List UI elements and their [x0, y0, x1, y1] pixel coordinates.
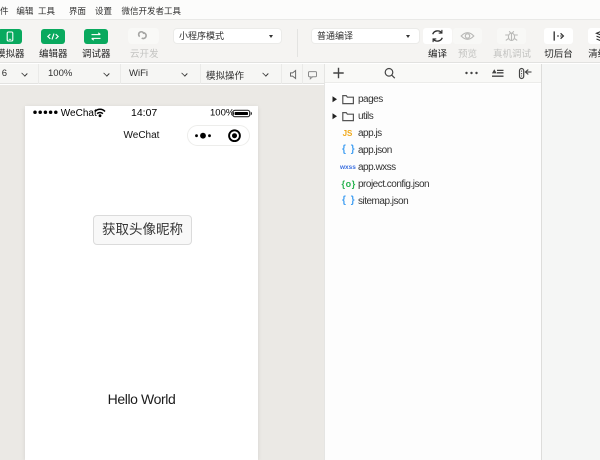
svg-text:14:07: 14:07 — [131, 107, 157, 119]
svg-text:WeChat: WeChat — [61, 108, 97, 119]
svg-text:100%: 100% — [210, 108, 235, 119]
